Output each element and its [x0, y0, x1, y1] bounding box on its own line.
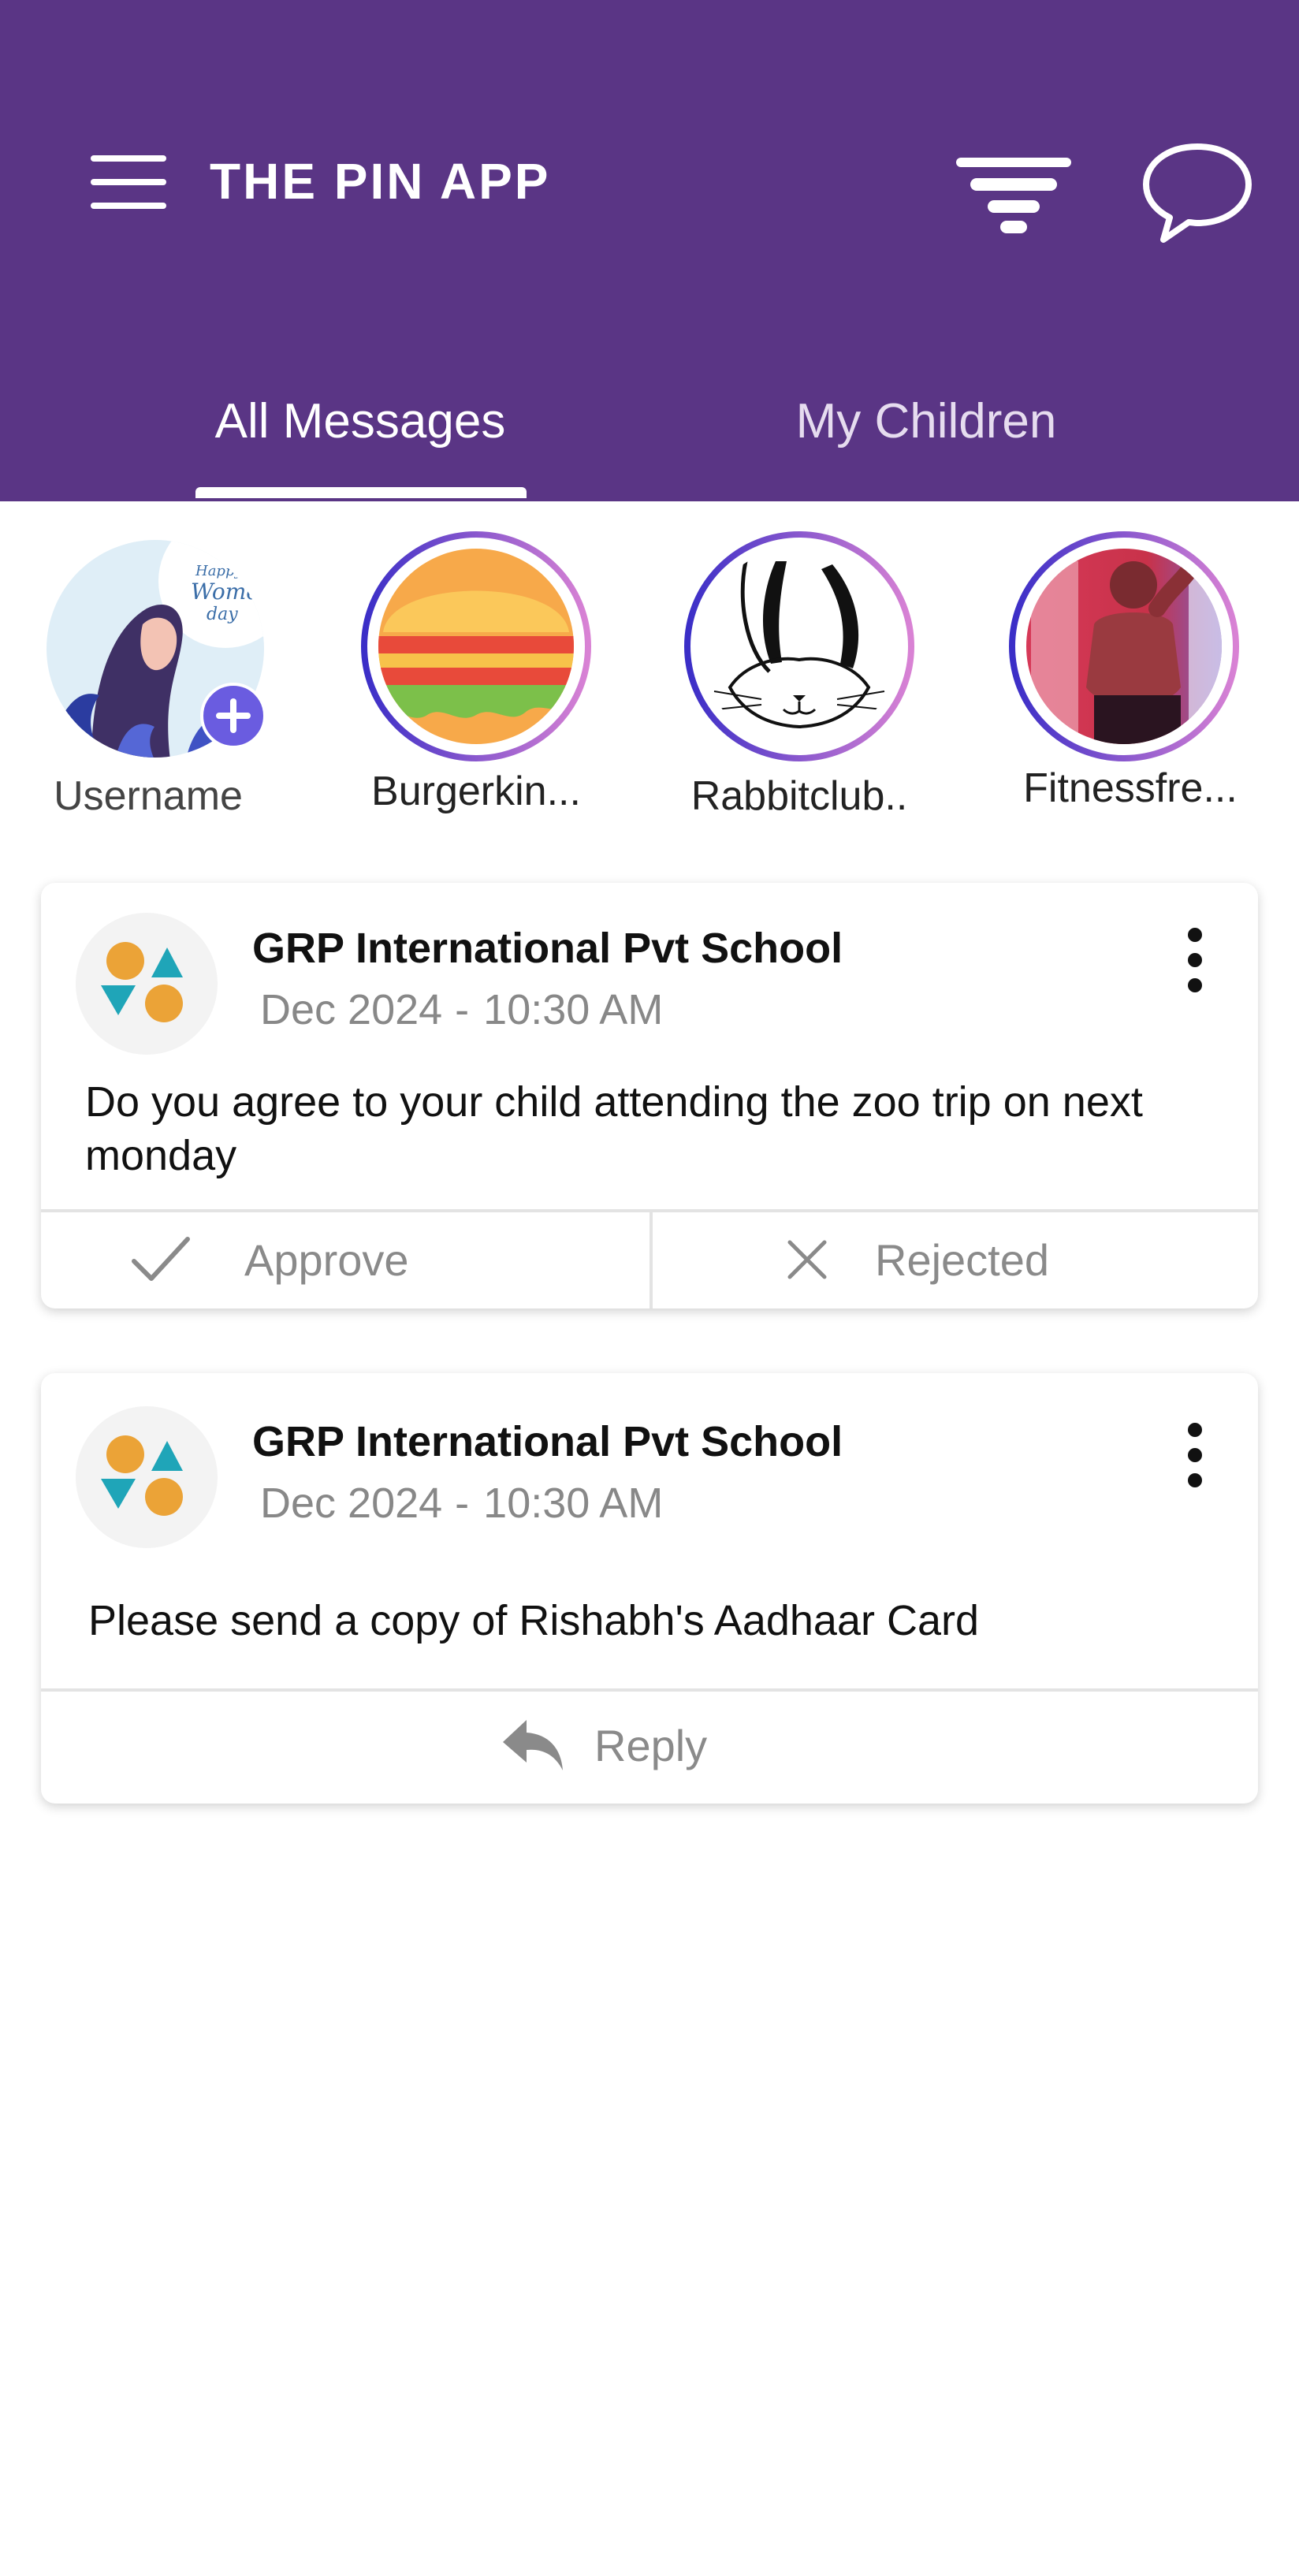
message-text: Please send a copy of Rishabh's Aadhaar … — [88, 1597, 980, 1644]
chat-bubble-icon[interactable] — [1140, 140, 1255, 246]
school-logo-icon — [76, 1406, 218, 1548]
reject-button[interactable]: Rejected — [783, 1212, 1256, 1307]
add-story-icon[interactable] — [200, 683, 266, 749]
story-label: Rabbitclub.. — [690, 773, 908, 819]
close-icon — [787, 1240, 827, 1279]
message-card[interactable]: GRP International Pvt School Dec 2024-10… — [41, 1373, 1258, 1804]
message-datetime: Dec 2024-10:30 AM — [260, 986, 664, 1033]
filter-icon[interactable] — [956, 158, 1071, 233]
message-text: Do you agree to your child attending the… — [85, 1078, 1143, 1179]
reject-label: Rejected — [875, 1234, 1050, 1285]
reply-button[interactable]: Reply — [500, 1698, 894, 1792]
fitness-avatar — [1009, 531, 1239, 761]
rabbit-avatar — [684, 531, 914, 761]
app-title: THE PIN APP — [210, 153, 551, 210]
more-options-icon[interactable] — [1176, 927, 1214, 993]
message-sender: GRP International Pvt School — [252, 925, 843, 972]
tab-all-messages[interactable]: All Messages — [150, 382, 571, 461]
message-date: Dec 2024 — [260, 1480, 443, 1527]
message-date: Dec 2024 — [260, 986, 443, 1033]
app-header: THE PIN APP All Messages My Children — [0, 0, 1299, 501]
card-divider — [41, 1688, 1258, 1692]
message-time: 10:30 AM — [483, 986, 664, 1033]
reply-arrow-icon — [503, 1720, 563, 1770]
active-tab-indicator — [195, 487, 527, 498]
svg-text:Women: Women — [191, 579, 266, 605]
check-icon — [132, 1237, 190, 1281]
message-sender: GRP International Pvt School — [252, 1418, 843, 1465]
approve-button[interactable]: Approve — [129, 1212, 650, 1307]
hamburger-menu-icon[interactable] — [91, 154, 166, 210]
message-time: 10:30 AM — [483, 1480, 664, 1527]
message-card[interactable]: GRP International Pvt School Dec 2024-10… — [41, 883, 1258, 1308]
message-datetime: Dec 2024-10:30 AM — [260, 1480, 664, 1527]
more-options-icon[interactable] — [1176, 1422, 1214, 1488]
story-label: Burgerkin... — [371, 769, 581, 814]
story-label: Username — [54, 773, 243, 819]
burger-avatar — [361, 531, 591, 761]
svg-text:Happy: Happy — [195, 563, 243, 579]
tab-my-children[interactable]: My Children — [717, 382, 1135, 461]
approve-label: Approve — [244, 1234, 409, 1285]
action-divider — [650, 1209, 653, 1308]
svg-text:day: day — [207, 605, 238, 624]
school-logo-icon — [76, 913, 218, 1055]
story-label: Fitnessfre... — [1023, 765, 1238, 811]
reply-label: Reply — [594, 1720, 708, 1770]
